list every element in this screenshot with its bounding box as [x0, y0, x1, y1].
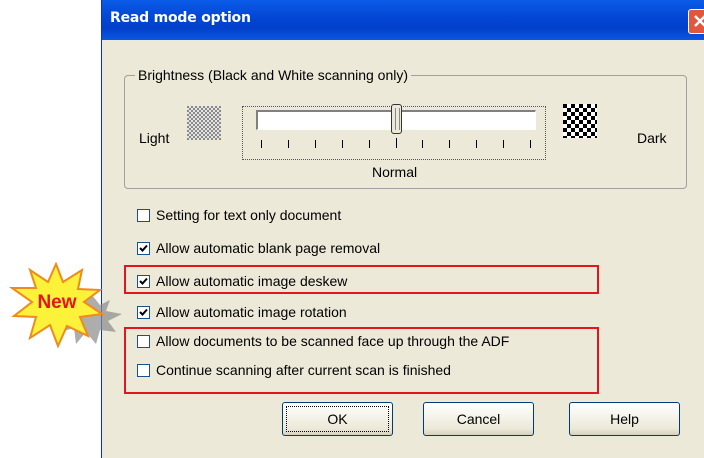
option-label: Allow automatic image rotation: [156, 304, 347, 320]
close-button[interactable]: [688, 9, 704, 34]
option-label: Setting for text only document: [156, 207, 342, 223]
slider-tick: [476, 140, 477, 148]
checkmark-icon: [139, 308, 148, 316]
title-bar[interactable]: Read mode option: [102, 0, 704, 40]
new-badge: New: [8, 262, 122, 349]
highlight-box-deskew: [124, 265, 599, 294]
highlight-box-adf-continue: [124, 327, 599, 394]
slider-tick: [396, 138, 397, 148]
cancel-button[interactable]: Cancel: [423, 402, 534, 436]
dark-label: Dark: [637, 130, 667, 146]
dialog-title: Read mode option: [110, 10, 251, 26]
slider-tick: [369, 140, 370, 148]
ok-button[interactable]: OK: [282, 402, 393, 436]
option-label: Allow automatic blank page removal: [156, 240, 381, 256]
brightness-slider-thumb[interactable]: [391, 104, 402, 134]
light-label: Light: [139, 130, 170, 146]
slider-tick: [449, 140, 450, 148]
slider-tick: [503, 140, 504, 148]
normal-label: Normal: [372, 164, 418, 180]
brightness-group-label: Brightness (Black and White scanning onl…: [135, 67, 412, 83]
brightness-groupbox: Brightness (Black and White scanning onl…: [124, 67, 687, 189]
slider-tick: [288, 140, 289, 148]
slider-tick: [342, 140, 343, 148]
slider-tick: [422, 140, 423, 148]
slider-tick: [261, 140, 262, 148]
new-badge-label: New: [37, 292, 76, 313]
slider-tick: [530, 140, 531, 148]
checkbox[interactable]: [137, 209, 150, 222]
close-icon: [694, 15, 704, 27]
light-pattern-icon: [187, 106, 221, 140]
dark-pattern-icon: [563, 104, 597, 138]
help-button[interactable]: Help: [569, 402, 680, 436]
slider-tick: [315, 140, 316, 148]
checkmark-icon: [139, 244, 148, 252]
checkbox[interactable]: [137, 242, 150, 255]
